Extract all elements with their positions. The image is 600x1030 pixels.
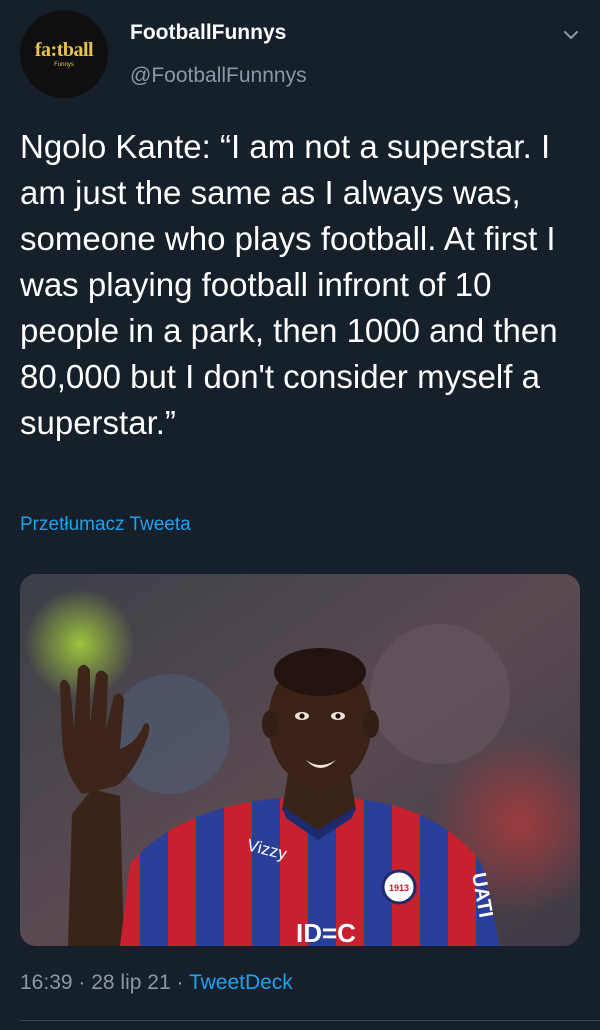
tweet-time[interactable]: 16:39	[20, 971, 73, 994]
chevron-down-icon[interactable]	[560, 24, 582, 46]
meta-separator: ·	[72, 971, 92, 994]
tweet-source-link[interactable]: TweetDeck	[189, 971, 293, 994]
club-badge-text: 1913	[389, 883, 409, 893]
tweet-date[interactable]: 28 lip 21	[91, 971, 170, 994]
avatar[interactable]: fa:tball Funnys	[20, 10, 108, 98]
divider	[20, 1020, 600, 1021]
tweet-meta: 16:39 · 28 lip 21 · TweetDeck	[20, 971, 293, 995]
meta-separator: ·	[170, 971, 189, 994]
display-name[interactable]: FootballFunnys	[130, 21, 286, 45]
tweet-text: Ngolo Kante: “I am not a superstar. I am…	[20, 128, 558, 441]
jersey-sponsor-2-text: ID=C	[296, 918, 356, 946]
user-handle[interactable]: @FootballFunnnys	[130, 64, 307, 88]
avatar-logo-text: fa:tball	[34, 39, 94, 61]
avatar-logo-sub: Funnys	[54, 62, 74, 68]
translate-tweet-link[interactable]: Przetłumacz Tweeta	[20, 514, 191, 536]
tweet-photo[interactable]: Vizzy ID=C 1913 UATI	[20, 574, 580, 946]
